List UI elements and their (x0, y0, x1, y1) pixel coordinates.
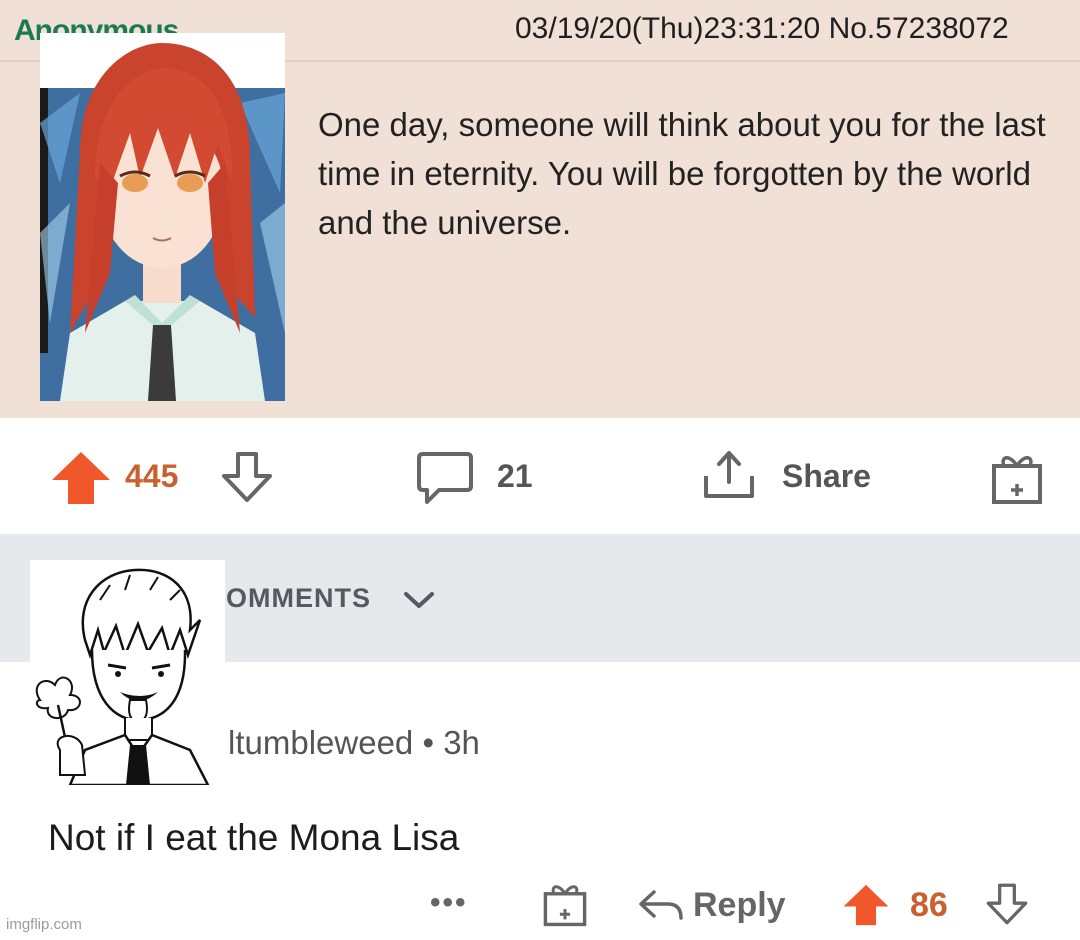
post-number[interactable]: No.57238072 (829, 12, 1009, 45)
comment-author[interactable]: ltumbleweed (228, 724, 413, 761)
post-date: 03/19/20(Thu)23:31:20 (515, 12, 821, 45)
meta-separator: • (422, 724, 435, 761)
comment-award-gift-icon[interactable] (542, 880, 588, 928)
comment-vote-count: 86 (910, 886, 948, 924)
comment-age: 3h (443, 724, 480, 761)
downvote-arrow-icon[interactable] (220, 450, 274, 504)
comment-body: Not if I eat the Mona Lisa (48, 817, 460, 858)
post-body: One day, someone will think about you fo… (318, 106, 1046, 241)
imgflip-watermark: imgflip.com (6, 916, 82, 933)
share-icon[interactable] (700, 448, 758, 502)
upvote-arrow-icon[interactable] (50, 450, 112, 506)
comment-upvote-arrow-icon[interactable] (842, 883, 890, 927)
upvote-count: 445 (125, 458, 179, 494)
comments-sort-label: OMMENTS (226, 583, 371, 613)
comments-sort-button[interactable]: OMMENTS (226, 583, 371, 614)
award-gift-icon[interactable] (990, 450, 1044, 506)
comment-bubble-icon[interactable] (415, 450, 475, 508)
more-options-button[interactable]: ••• (430, 886, 468, 920)
comment-count: 21 (497, 458, 533, 494)
reply-button[interactable]: Reply (693, 886, 786, 925)
comment-image[interactable] (30, 560, 225, 785)
reply-arrow-icon[interactable] (636, 886, 686, 926)
post-meta: 03/19/20(Thu)23:31:20 No.57238072 (515, 12, 1009, 46)
comment-downvote-arrow-icon[interactable] (985, 882, 1029, 926)
share-button[interactable]: Share (782, 458, 871, 495)
comment-meta: ltumbleweed • 3h (228, 724, 480, 762)
post-image[interactable] (40, 33, 285, 401)
chevron-down-icon[interactable] (402, 588, 436, 612)
